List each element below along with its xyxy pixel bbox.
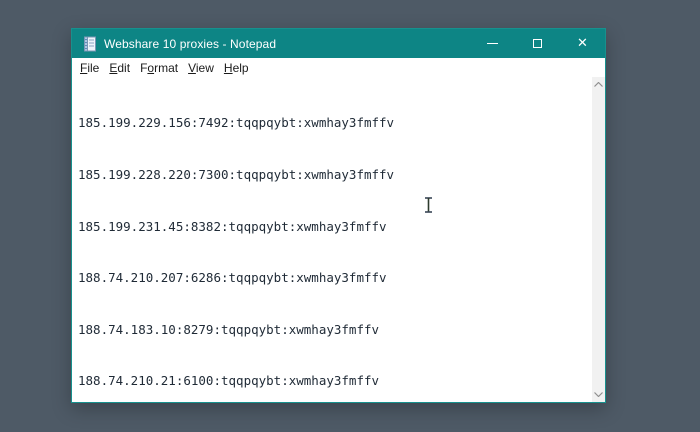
scroll-down-button[interactable] — [592, 387, 605, 402]
maximize-icon — [533, 39, 542, 48]
text-line: 185.199.228.220:7300:tqqpqybt:xwmhay3fmf… — [78, 167, 395, 183]
desktop-background: Webshare 10 proxies - Notepad ✕ File Edi… — [0, 0, 700, 432]
menu-item-view[interactable]: View — [183, 61, 219, 75]
menu-item-edit[interactable]: Edit — [104, 61, 135, 75]
window-title: Webshare 10 proxies - Notepad — [104, 36, 277, 51]
text-line: 188.74.210.207:6286:tqqpqybt:xwmhay3fmff… — [78, 270, 387, 286]
menu-item-help[interactable]: Help — [219, 61, 254, 75]
text-line: 188.74.183.10:8279:tqqpqybt:xwmhay3fmffv — [78, 321, 380, 337]
menu-item-format[interactable]: Format — [135, 61, 183, 75]
minimize-icon — [487, 43, 498, 44]
menu-item-file[interactable]: File — [75, 61, 104, 75]
editor-area: 185.199.229.156:7492:tqqpqybt:xwmhay3fmf… — [72, 77, 605, 402]
text-area[interactable]: 185.199.229.156:7492:tqqpqybt:xwmhay3fmf… — [72, 77, 592, 402]
text-line: 185.199.231.45:8382:tqqpqybt:xwmhay3fmff… — [78, 218, 387, 234]
close-button[interactable]: ✕ — [560, 29, 605, 58]
maximize-button[interactable] — [515, 29, 560, 58]
close-icon: ✕ — [577, 36, 588, 51]
text-line: 188.74.210.21:6100:tqqpqybt:xwmhay3fmffv — [78, 373, 380, 389]
text-line: 185.199.229.156:7492:tqqpqybt:xwmhay3fmf… — [78, 115, 395, 131]
minimize-button[interactable] — [470, 29, 515, 58]
menu-bar: File Edit Format View Help — [72, 58, 605, 77]
notepad-icon — [84, 36, 96, 51]
notepad-window: Webshare 10 proxies - Notepad ✕ File Edi… — [71, 28, 606, 403]
chevron-up-icon — [594, 82, 603, 87]
vertical-scrollbar[interactable] — [592, 77, 605, 402]
title-bar[interactable]: Webshare 10 proxies - Notepad ✕ — [72, 29, 605, 58]
scroll-up-button[interactable] — [592, 77, 605, 92]
chevron-down-icon — [594, 392, 603, 397]
caption-buttons: ✕ — [470, 29, 605, 58]
